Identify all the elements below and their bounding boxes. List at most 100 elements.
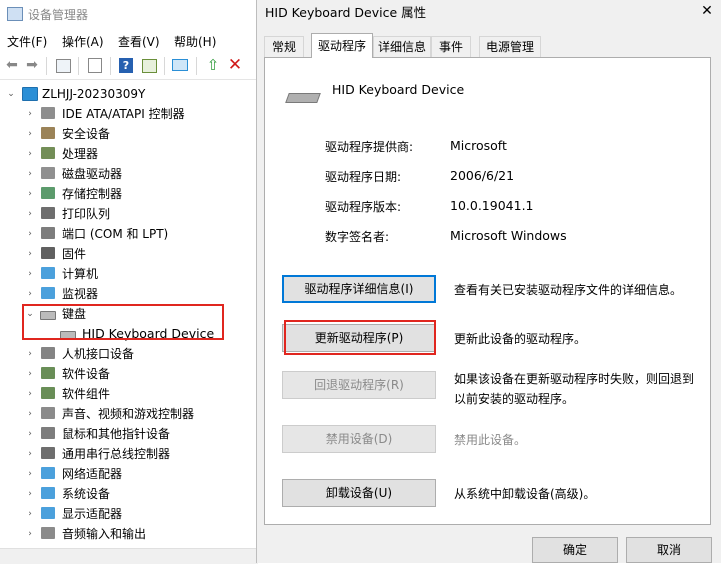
tab-general[interactable]: 常规 bbox=[264, 36, 304, 57]
ok-button[interactable]: 确定 bbox=[532, 537, 618, 563]
tree-item[interactable]: › IDE ATA/ATAPI 控制器 bbox=[0, 104, 258, 124]
uninstall-device-button[interactable]: 卸载设备(U) bbox=[282, 479, 436, 507]
tree-item[interactable]: › 系统设备 bbox=[0, 484, 258, 504]
tree-item[interactable]: › 人机接口设备 bbox=[0, 344, 258, 364]
expand-chevron-icon[interactable]: › bbox=[25, 444, 35, 464]
device-manager-titlebar: 设备管理器 bbox=[0, 0, 258, 28]
expand-chevron-icon[interactable]: › bbox=[25, 184, 35, 204]
disk-drive-icon bbox=[41, 167, 55, 179]
show-hide-console-tree-icon[interactable] bbox=[56, 59, 71, 73]
tab-details[interactable]: 详细信息 bbox=[373, 36, 431, 57]
tree-root[interactable]: ⌄ ZLHJJ-20230309Y bbox=[0, 84, 258, 104]
tree-item[interactable]: › 安全设备 bbox=[0, 124, 258, 144]
help-icon[interactable]: ? bbox=[119, 58, 133, 73]
dialog-title: HID Keyboard Device 属性 bbox=[265, 5, 427, 20]
monitor-icon bbox=[41, 287, 55, 299]
tree-item[interactable]: › 固件 bbox=[0, 244, 258, 264]
tree-item-label: 音频输入和输出 bbox=[62, 527, 147, 541]
uninstall-x-icon[interactable]: ✕ bbox=[227, 57, 243, 74]
driver-details-button[interactable]: 驱动程序详细信息(I) bbox=[282, 275, 436, 303]
scan-hardware-icon[interactable] bbox=[172, 59, 188, 71]
expand-chevron-icon[interactable]: › bbox=[25, 484, 35, 504]
menu-file[interactable]: 文件(F) bbox=[7, 33, 47, 50]
tree-item[interactable]: › 音频输入和输出 bbox=[0, 524, 258, 544]
expand-chevron-icon[interactable]: › bbox=[25, 164, 35, 184]
tree-item-label: 软件设备 bbox=[62, 367, 111, 381]
toolbar-separator bbox=[78, 57, 79, 75]
expand-chevron-icon[interactable]: › bbox=[25, 344, 35, 364]
properties-icon[interactable] bbox=[88, 58, 102, 73]
menu-help[interactable]: 帮助(H) bbox=[174, 33, 216, 50]
disable-device-button[interactable]: 禁用设备(D) bbox=[282, 425, 436, 453]
tree-item-label: 鼠标和其他指针设备 bbox=[62, 427, 171, 441]
update-driver-icon[interactable]: ⇧ bbox=[205, 57, 221, 73]
tree-item-label: 软件组件 bbox=[62, 387, 111, 401]
toolbar-separator bbox=[46, 57, 47, 75]
usb-icon bbox=[41, 447, 55, 459]
tab-driver[interactable]: 驱动程序 bbox=[311, 33, 373, 58]
tree-item[interactable]: › 计算机 bbox=[0, 264, 258, 284]
expand-chevron-icon[interactable]: › bbox=[25, 244, 35, 264]
tab-power-management[interactable]: 电源管理 bbox=[479, 36, 541, 57]
expand-chevron-icon[interactable]: › bbox=[25, 264, 35, 284]
tree-item[interactable]: › 网络适配器 bbox=[0, 464, 258, 484]
collapse-chevron-icon[interactable]: ⌄ bbox=[6, 84, 16, 104]
tree-item[interactable]: › 通用串行总线控制器 bbox=[0, 444, 258, 464]
expand-chevron-icon[interactable]: › bbox=[25, 144, 35, 164]
uninstall-device-description: 从系统中卸载设备(高级)。 bbox=[454, 487, 596, 501]
toolbar: ⬅ ➡ ? ⇧ ✕ bbox=[0, 53, 258, 80]
tree-item[interactable]: › 监视器 bbox=[0, 284, 258, 304]
horizontal-scrollbar[interactable] bbox=[0, 548, 258, 564]
expand-chevron-icon[interactable]: › bbox=[25, 504, 35, 524]
computer-icon bbox=[41, 267, 55, 279]
expand-chevron-icon[interactable]: › bbox=[25, 404, 35, 424]
menu-bar: 文件(F) 操作(A) 查看(V) 帮助(H) bbox=[0, 30, 258, 52]
tree-item[interactable]: › 存储控制器 bbox=[0, 184, 258, 204]
tree-item-label: 处理器 bbox=[62, 147, 99, 161]
tree-item-label: 端口 (COM 和 LPT) bbox=[62, 227, 169, 241]
expand-chevron-icon[interactable]: › bbox=[25, 524, 35, 544]
tree-item-label: 安全设备 bbox=[62, 127, 111, 141]
mouse-icon bbox=[41, 427, 55, 439]
menu-view[interactable]: 查看(V) bbox=[118, 33, 160, 50]
system-device-icon bbox=[41, 487, 55, 499]
tree-item[interactable]: › 鼠标和其他指针设备 bbox=[0, 424, 258, 444]
tree-item-label: 打印队列 bbox=[62, 207, 111, 221]
tree-item[interactable]: › 打印队列 bbox=[0, 204, 258, 224]
tree-item[interactable]: › 软件组件 bbox=[0, 384, 258, 404]
expand-chevron-icon[interactable]: › bbox=[25, 364, 35, 384]
tree-item[interactable]: › 端口 (COM 和 LPT) bbox=[0, 224, 258, 244]
close-icon[interactable]: ✕ bbox=[693, 0, 721, 22]
menu-action[interactable]: 操作(A) bbox=[62, 33, 104, 50]
expand-chevron-icon[interactable]: › bbox=[25, 204, 35, 224]
tree-item[interactable]: › 磁盘驱动器 bbox=[0, 164, 258, 184]
tree-item[interactable]: › 处理器 bbox=[0, 144, 258, 164]
expand-chevron-icon[interactable]: › bbox=[25, 464, 35, 484]
expand-chevron-icon[interactable]: › bbox=[25, 384, 35, 404]
device-manager-title: 设备管理器 bbox=[28, 8, 89, 22]
expand-chevron-icon[interactable]: › bbox=[25, 424, 35, 444]
back-arrow-icon[interactable]: ⬅ bbox=[4, 57, 20, 73]
tree-item[interactable]: › 软件设备 bbox=[0, 364, 258, 384]
keyboard-highlight-box bbox=[22, 304, 224, 340]
tab-events[interactable]: 事件 bbox=[431, 36, 471, 57]
expand-chevron-icon[interactable]: › bbox=[25, 284, 35, 304]
roll-back-driver-button[interactable]: 回退驱动程序(R) bbox=[282, 371, 436, 399]
forward-arrow-icon[interactable]: ➡ bbox=[24, 57, 40, 73]
tree-item[interactable]: › 显示适配器 bbox=[0, 504, 258, 524]
cancel-button[interactable]: 取消 bbox=[626, 537, 712, 563]
driver-version-value: 10.0.19041.1 bbox=[450, 198, 534, 213]
tree-item[interactable]: › 声音、视频和游戏控制器 bbox=[0, 404, 258, 424]
driver-provider-value: Microsoft bbox=[450, 138, 507, 153]
firmware-icon bbox=[41, 247, 55, 259]
tree-item-label: 通用串行总线控制器 bbox=[62, 447, 171, 461]
expand-chevron-icon[interactable]: › bbox=[25, 224, 35, 244]
update-driver-description: 更新此设备的驱动程序。 bbox=[454, 332, 587, 346]
tree-item-label: 显示适配器 bbox=[62, 507, 123, 521]
expand-chevron-icon[interactable]: › bbox=[25, 124, 35, 144]
driver-version-label: 驱动程序版本: bbox=[325, 200, 402, 214]
digital-signer-value: Microsoft Windows bbox=[450, 228, 567, 243]
expand-chevron-icon[interactable]: › bbox=[25, 104, 35, 124]
action-pane-icon[interactable] bbox=[142, 59, 157, 73]
audio-io-icon bbox=[41, 527, 55, 539]
